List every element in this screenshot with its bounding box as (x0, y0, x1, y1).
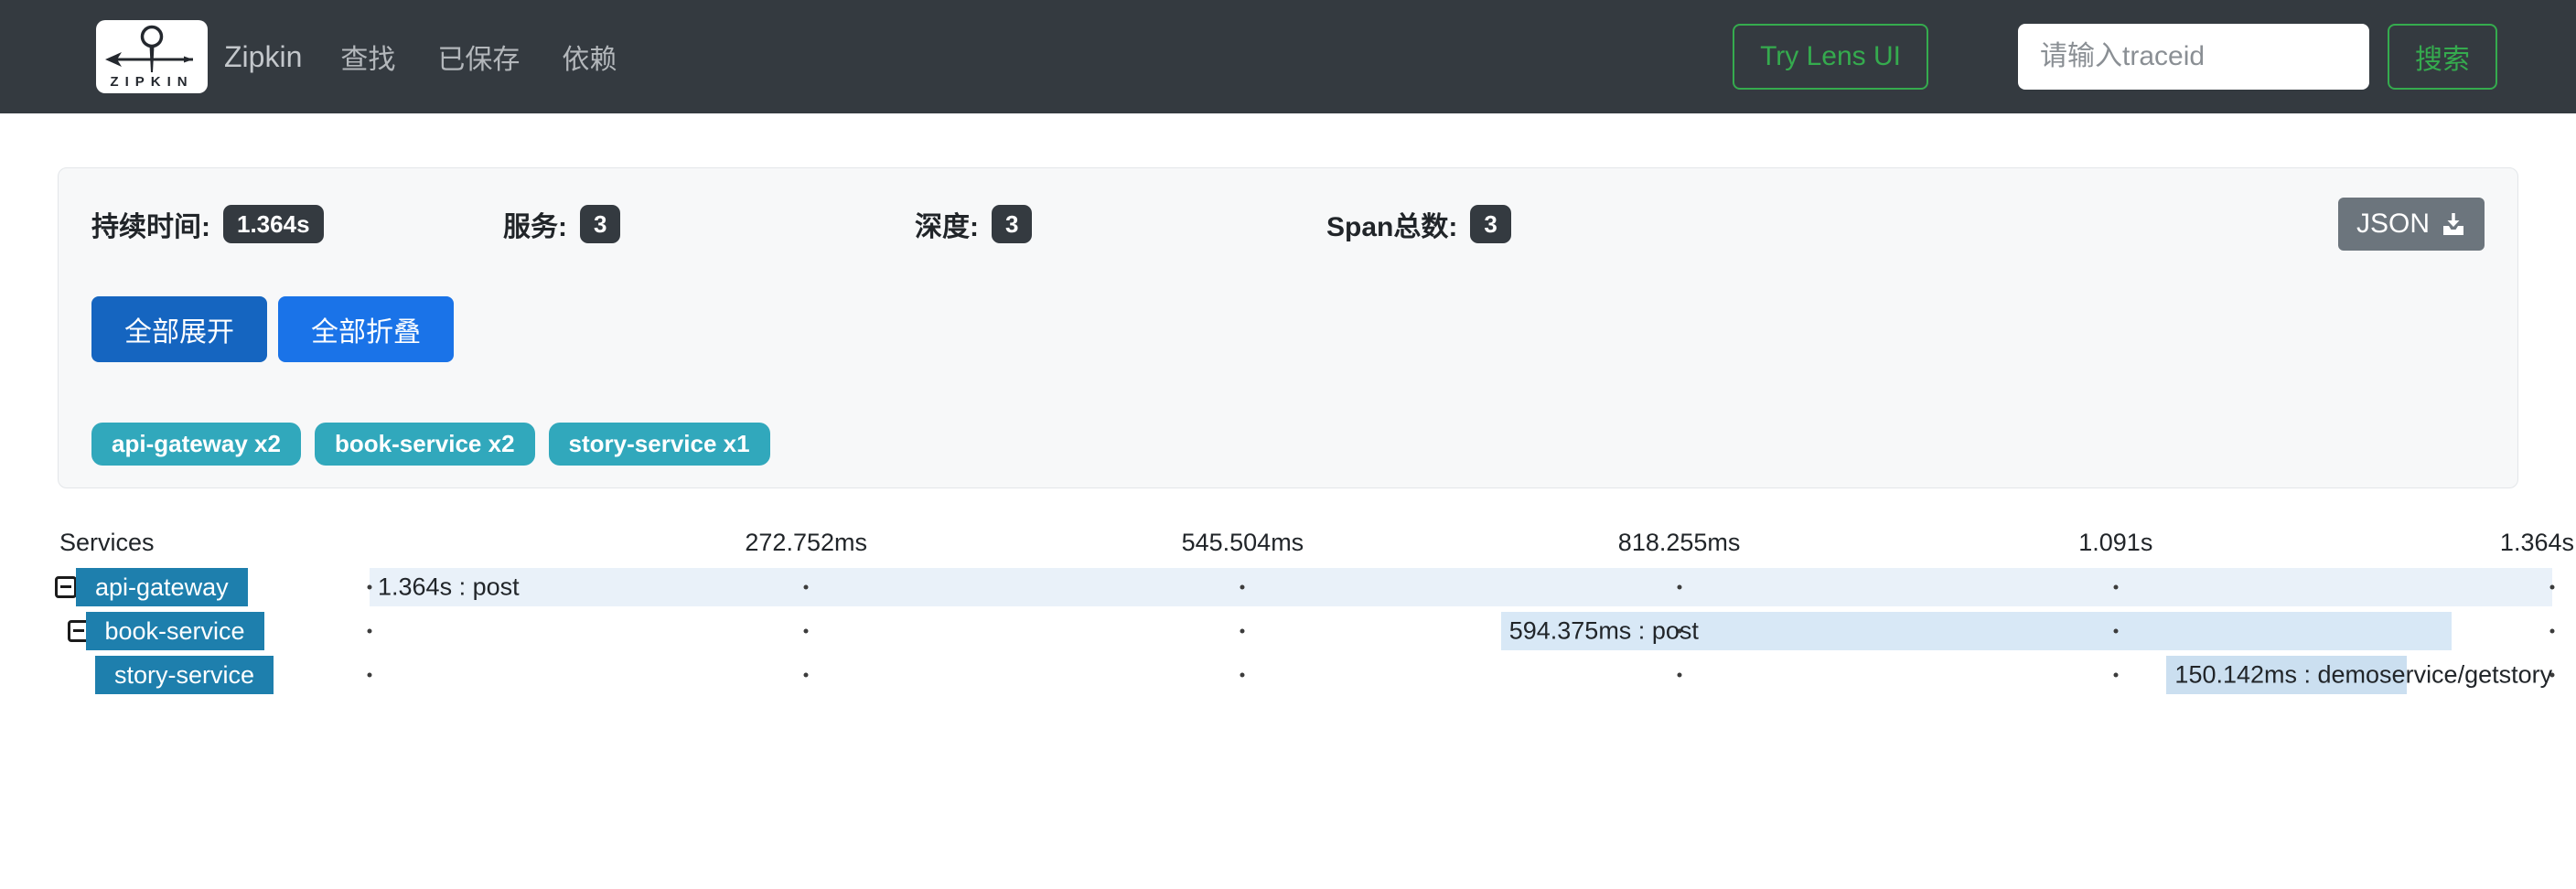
trace-row: book-service 594.375ms : post (0, 612, 2576, 650)
row-track: 594.375ms : post (370, 612, 2552, 650)
trace-rows: api-gateway 1.364s : post book-service 594.… (0, 568, 2576, 694)
tick-dot (804, 585, 809, 590)
tick-dot (1240, 673, 1245, 678)
info-item-0: 持续时间: 1.364s (91, 204, 503, 244)
zipkin-pin-icon: ZIPKIN (103, 25, 200, 89)
tick-dot (368, 629, 372, 634)
info-value-badge: 3 (992, 205, 1032, 243)
info-value-badge: 3 (580, 205, 620, 243)
trace-info-row: 持续时间: 1.364s 服务: 3 深度: 3 Span总数: 3 JSON (91, 198, 2485, 251)
tick-dot (368, 673, 372, 678)
time-axis: 272.752ms545.504ms818.255ms1.091s1.364s (370, 529, 2552, 556)
trace-row: story-service 150.142ms : demoservice/get… (0, 656, 2576, 694)
nav-link-0[interactable]: 查找 (340, 37, 395, 77)
trace-row: api-gateway 1.364s : post (0, 568, 2576, 606)
tick-dot (804, 673, 809, 678)
span-label: 1.364s : post (370, 573, 520, 602)
svg-text:ZIPKIN: ZIPKIN (110, 74, 193, 89)
nav-link-2[interactable]: 依赖 (562, 37, 617, 77)
search-button[interactable]: 搜索 (2388, 24, 2497, 90)
traceid-search-input[interactable] (2018, 24, 2369, 90)
tick-dot (2550, 629, 2555, 634)
info-value-badge: 3 (1470, 205, 1510, 243)
tick-dot (1677, 585, 1681, 590)
tick-dot (2113, 673, 2118, 678)
time-tick-label: 818.255ms (1618, 529, 1741, 557)
time-tick-label: 1.091s (2078, 529, 2152, 557)
info-item-3: Span总数: 3 (1326, 204, 1738, 244)
tick-dot (804, 629, 809, 634)
navbar: ZIPKIN Zipkin 查找 已保存 依赖 Try Lens UI 搜索 (0, 0, 2576, 113)
tick-dot (2113, 585, 2118, 590)
service-count-badge-1: book-service x2 (315, 423, 535, 466)
zipkin-logo[interactable]: ZIPKIN (96, 20, 208, 93)
expand-collapse-actions: 全部展开 全部折叠 (91, 296, 2485, 362)
service-name-book-service[interactable]: book-service (86, 612, 264, 650)
span-bar[interactable] (370, 568, 2552, 606)
info-value-badge: 1.364s (223, 205, 324, 243)
span-label: 150.142ms : demoservice/getstory (2166, 661, 2552, 690)
nav-links: 查找 已保存 依赖 (340, 37, 617, 77)
json-button-label: JSON (2356, 209, 2430, 240)
timeline-header: Services 272.752ms 545.504ms 818.255ms 1.09… (0, 529, 2576, 556)
tick-dot (1677, 673, 1681, 678)
service-badges-row: api-gateway x2 book-service x2 story-servi… (91, 423, 2485, 466)
services-column-header: Services (59, 529, 155, 557)
expand-all-button[interactable]: 全部展开 (91, 296, 267, 362)
try-lens-ui-button[interactable]: Try Lens UI (1733, 24, 1928, 90)
trace-timeline: Services 272.752ms 545.504ms 818.255ms 1.09… (0, 529, 2576, 694)
time-tick-label: 272.752ms (745, 529, 867, 557)
download-icon (2441, 211, 2466, 237)
row-track: 1.364s : post (370, 568, 2552, 606)
time-tick-label: 1.364s (2500, 529, 2574, 557)
service-count-badge-2: story-service x1 (549, 423, 770, 466)
info-label: 持续时间: (91, 204, 210, 244)
tick-dot (2113, 629, 2118, 634)
nav-link-1[interactable]: 已保存 (437, 37, 520, 77)
brand-title[interactable]: Zipkin (224, 40, 302, 74)
json-download-button[interactable]: JSON (2338, 198, 2485, 251)
collapse-all-button[interactable]: 全部折叠 (278, 296, 454, 362)
row-track: 150.142ms : demoservice/getstory (370, 656, 2552, 694)
service-name-story-service[interactable]: story-service (95, 656, 274, 694)
tick-dot (2550, 585, 2555, 590)
tick-dot (1240, 585, 1245, 590)
info-label: 深度: (915, 204, 979, 244)
info-item-1: 服务: 3 (503, 204, 915, 244)
info-label: 服务: (503, 204, 567, 244)
info-label: Span总数: (1326, 204, 1457, 244)
collapse-minus-icon[interactable] (55, 576, 77, 598)
service-count-badge-0: api-gateway x2 (91, 423, 301, 466)
tick-dot (1240, 629, 1245, 634)
span-label: 594.375ms : post (1501, 617, 1699, 646)
trace-summary-panel: 持续时间: 1.364s 服务: 3 深度: 3 Span总数: 3 JSON 全部展开 全部… (58, 167, 2518, 488)
time-tick-label: 545.504ms (1182, 529, 1304, 557)
info-item-2: 深度: 3 (915, 204, 1326, 244)
service-name-api-gateway[interactable]: api-gateway (76, 568, 248, 606)
